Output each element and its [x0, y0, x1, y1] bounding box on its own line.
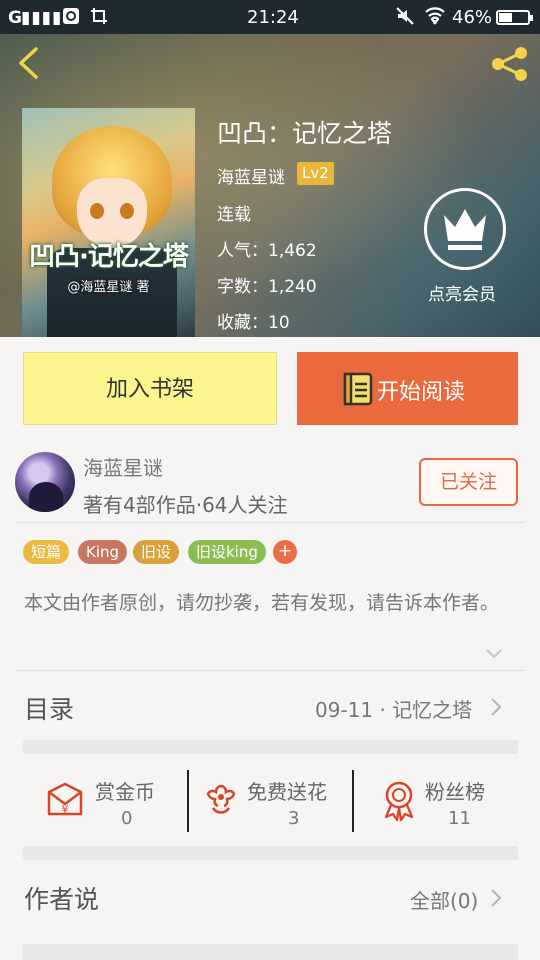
- vip-button[interactable]: [424, 188, 506, 270]
- author-row-name[interactable]: 海蓝星谜: [83, 452, 163, 481]
- vip-label: 点亮会员: [428, 285, 496, 305]
- screenshot-icon: [91, 8, 107, 24]
- section-separator: [23, 944, 518, 960]
- author-avatar[interactable]: [15, 452, 75, 512]
- book-status: 连载: [217, 205, 251, 225]
- book-word-count: 字数：1,240: [217, 277, 317, 297]
- latest-chapter[interactable]: 09-11 · 记忆之塔: [315, 694, 472, 723]
- author-says-label[interactable]: 作者说: [24, 880, 99, 916]
- level-badge: Lv2: [297, 162, 334, 185]
- section-separator: [23, 846, 518, 860]
- signal-indicator: G▮▮▮▮: [8, 8, 63, 28]
- divider: [15, 522, 525, 523]
- svg-text:¥: ¥: [62, 803, 69, 816]
- book-favorites: 收藏：10: [217, 313, 290, 333]
- chevron-right-icon[interactable]: [490, 697, 502, 717]
- reward-coins-label: 赏金币: [95, 780, 155, 804]
- clock: 21:24: [247, 7, 299, 28]
- tag-short[interactable]: 短篇: [23, 540, 70, 564]
- author-says-all[interactable]: 全部(0): [410, 885, 478, 914]
- cover-subtitle: @海蓝星谜 著: [67, 280, 150, 295]
- reward-coins-value: 0: [121, 808, 133, 829]
- expand-chevron-icon[interactable]: [484, 646, 504, 662]
- fan-ranking-value: 11: [448, 808, 471, 829]
- section-separator: [23, 740, 518, 754]
- mute-icon: [396, 7, 414, 25]
- book-header: 凹凸·记忆之塔 @海蓝星谜 著 凹凸：记忆之塔 海蓝星谜 Lv2 连载 人气：1…: [0, 34, 540, 337]
- tag-old-setting[interactable]: 旧设: [133, 540, 180, 564]
- tag-old-setting-king[interactable]: 旧设king: [188, 540, 266, 564]
- add-to-shelf-button[interactable]: 加入书架: [23, 352, 277, 425]
- sync-icon: [63, 8, 79, 24]
- flower-icon: [206, 784, 236, 814]
- book-cover[interactable]: 凹凸·记忆之塔 @海蓝星谜 著: [22, 108, 195, 337]
- add-tag-button[interactable]: +: [273, 540, 297, 564]
- share-icon[interactable]: [490, 46, 530, 82]
- start-reading-button[interactable]: 开始阅读: [297, 352, 518, 425]
- battery-percent: 46%: [452, 7, 493, 28]
- coin-envelope-icon: ¥: [47, 782, 83, 816]
- book-author[interactable]: 海蓝星谜: [217, 163, 285, 188]
- book-icon: [343, 372, 373, 406]
- medal-icon: [384, 781, 414, 822]
- free-flower-stat[interactable]: 免费送花 3: [203, 768, 343, 834]
- free-flower-value: 3: [288, 808, 300, 829]
- status-bar: G▮▮▮▮ 21:24 46%: [0, 0, 540, 34]
- book-description: 本文由作者原创，请勿抄袭，若有发现，请告诉本作者。: [24, 592, 500, 614]
- crown-icon: [444, 209, 486, 250]
- free-flower-label: 免费送花: [247, 780, 327, 804]
- author-row-meta: 著有4部作品·64人关注: [83, 493, 288, 517]
- stat-divider: [352, 770, 354, 832]
- fan-ranking-stat[interactable]: 粉丝榜 11: [380, 768, 520, 834]
- start-reading-label: 开始阅读: [377, 380, 466, 405]
- reward-coins-stat[interactable]: ¥ 赏金币 0: [45, 768, 185, 834]
- chevron-right-icon[interactable]: [490, 888, 502, 908]
- battery-icon: [496, 10, 533, 25]
- fan-ranking-label: 粉丝榜: [425, 780, 485, 804]
- cover-title: 凹凸·记忆之塔: [29, 242, 189, 272]
- tag-king[interactable]: King: [78, 540, 128, 564]
- book-title: 凹凸：记忆之塔: [217, 119, 393, 148]
- back-icon[interactable]: [14, 46, 44, 80]
- divider: [15, 670, 525, 671]
- toc-label[interactable]: 目录: [24, 690, 74, 726]
- wifi-icon: [425, 7, 445, 25]
- stat-divider: [187, 770, 189, 832]
- book-popularity: 人气：1,462: [217, 241, 317, 261]
- follow-button[interactable]: 已关注: [419, 458, 518, 506]
